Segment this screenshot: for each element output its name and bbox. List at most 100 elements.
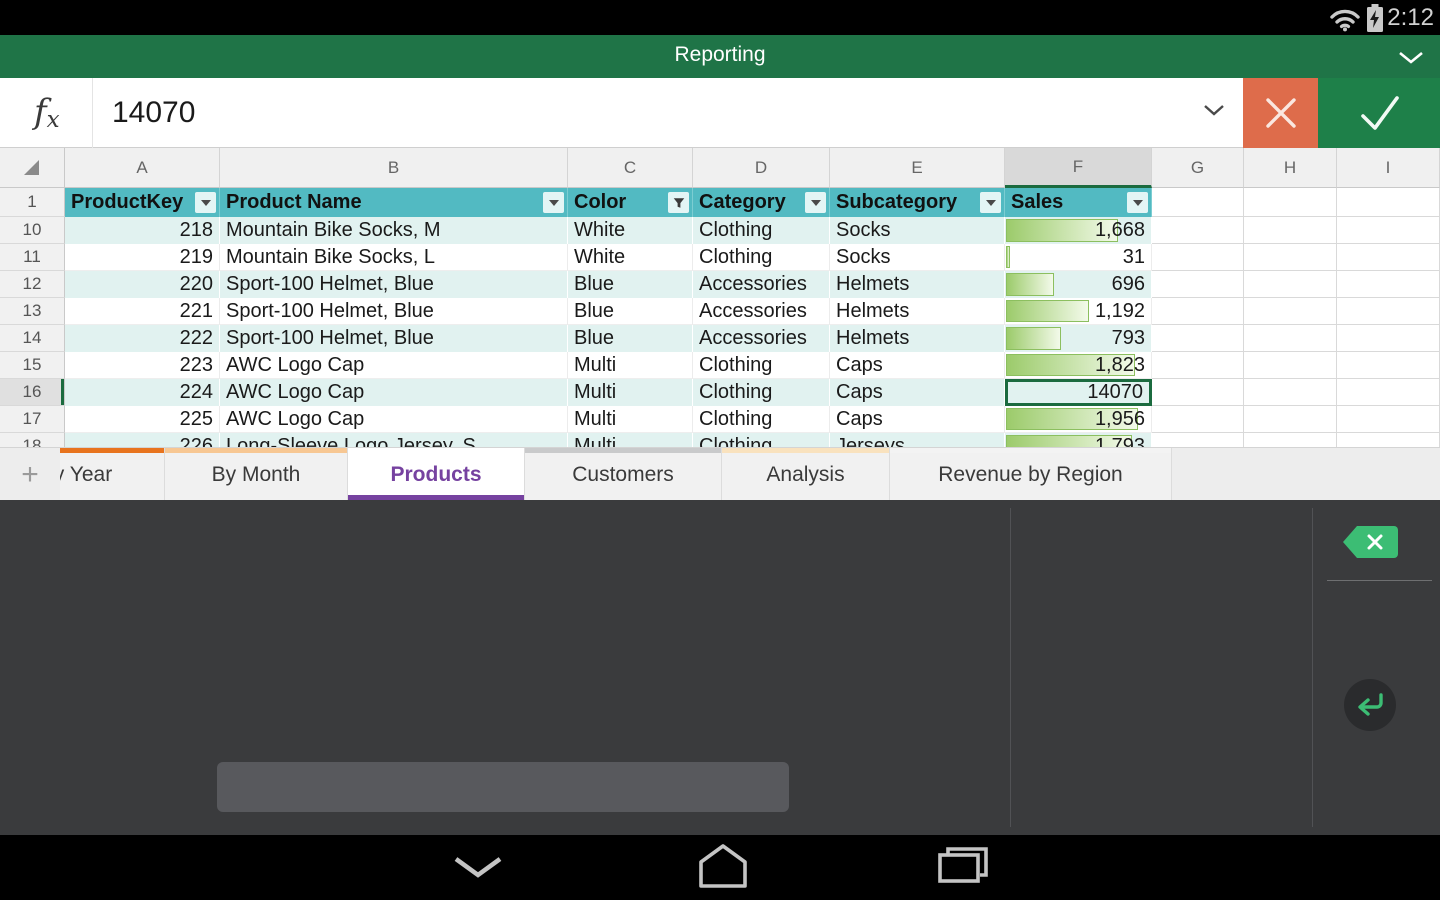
title-chevron-down-icon[interactable] <box>1398 51 1424 65</box>
cell-category[interactable]: Clothing <box>693 244 830 271</box>
cell-empty[interactable] <box>1337 379 1440 406</box>
cell-subcategory[interactable]: Caps <box>830 379 1005 406</box>
add-sheet-button[interactable]: + <box>0 448 60 500</box>
formula-expand-chevron-icon[interactable] <box>1203 104 1225 116</box>
column-header-E[interactable]: E <box>830 148 1005 188</box>
row-header-14[interactable]: 14 <box>0 325 65 352</box>
formula-input[interactable]: 14070 <box>112 96 195 130</box>
cell-empty[interactable] <box>1244 217 1337 244</box>
cell-empty[interactable] <box>1337 433 1440 447</box>
cell-color[interactable]: Blue <box>568 271 693 298</box>
cell-empty[interactable] <box>1244 244 1337 271</box>
cell-category[interactable]: Accessories <box>693 298 830 325</box>
enter-key[interactable] <box>1344 679 1396 731</box>
cell-sales[interactable]: 31 <box>1005 244 1152 271</box>
cell-subcategory[interactable]: Socks <box>830 217 1005 244</box>
cell-product-name[interactable]: AWC Logo Cap <box>220 352 568 379</box>
cell-empty[interactable] <box>1152 433 1244 447</box>
cell-category[interactable]: Accessories <box>693 325 830 352</box>
cell-empty[interactable] <box>1244 188 1337 217</box>
sheet-tab-customers[interactable]: Customers <box>525 448 722 500</box>
table-header-color[interactable]: Color <box>568 188 693 217</box>
table-header-product-name[interactable]: Product Name <box>220 188 568 217</box>
select-all-corner[interactable] <box>0 148 65 188</box>
cell-sales[interactable]: 1,668 <box>1005 217 1152 244</box>
cell-product-key[interactable]: 222 <box>65 325 220 352</box>
selected-cell[interactable]: 14070 <box>1005 379 1152 406</box>
cell-color[interactable]: Blue <box>568 325 693 352</box>
table-header-category[interactable]: Category <box>693 188 830 217</box>
filter-dropdown-icon[interactable] <box>195 192 216 213</box>
cell-empty[interactable] <box>1337 406 1440 433</box>
filter-dropdown-icon[interactable] <box>980 192 1001 213</box>
filter-dropdown-icon[interactable] <box>543 192 564 213</box>
cell-empty[interactable] <box>1337 325 1440 352</box>
cell-empty[interactable] <box>1152 325 1244 352</box>
cell-subcategory[interactable]: Helmets <box>830 325 1005 352</box>
column-header-F[interactable]: F <box>1005 148 1152 188</box>
column-header-A[interactable]: A <box>65 148 220 188</box>
row-header-16[interactable]: 16 <box>0 379 65 406</box>
cell-subcategory[interactable]: Caps <box>830 406 1005 433</box>
row-header-1[interactable]: 1 <box>0 188 65 217</box>
home-icon[interactable] <box>697 843 749 889</box>
spacebar-key[interactable] <box>217 762 789 812</box>
cell-category[interactable]: Clothing <box>693 217 830 244</box>
cell-sales[interactable]: 1,956 <box>1005 406 1152 433</box>
cell-subcategory[interactable]: Helmets <box>830 271 1005 298</box>
confirm-button[interactable] <box>1318 78 1440 148</box>
cell-sales[interactable]: 696 <box>1005 271 1152 298</box>
cell-product-name[interactable]: AWC Logo Cap <box>220 379 568 406</box>
cell-product-key[interactable]: 218 <box>65 217 220 244</box>
sheet-tab-revenue-by-region[interactable]: Revenue by Region <box>890 448 1172 500</box>
sheet-tab-products[interactable]: Products <box>348 448 525 500</box>
cell-sales[interactable]: 1,823 <box>1005 352 1152 379</box>
cell-color[interactable]: Blue <box>568 298 693 325</box>
row-header-18[interactable]: 18 <box>0 433 65 447</box>
cell-product-name[interactable]: Mountain Bike Socks, L <box>220 244 568 271</box>
table-header-sales[interactable]: Sales <box>1005 188 1152 217</box>
cell-empty[interactable] <box>1152 244 1244 271</box>
cell-product-key[interactable]: 223 <box>65 352 220 379</box>
cell-color[interactable]: Multi <box>568 352 693 379</box>
cell-product-key[interactable]: 224 <box>65 379 220 406</box>
cell-color[interactable]: White <box>568 217 693 244</box>
row-header-11[interactable]: 11 <box>0 244 65 271</box>
cell-product-key[interactable]: 220 <box>65 271 220 298</box>
cell-product-name[interactable]: AWC Logo Cap <box>220 406 568 433</box>
column-header-H[interactable]: H <box>1244 148 1337 188</box>
cell-color[interactable]: Multi <box>568 406 693 433</box>
cell-product-name[interactable]: Long-Sleeve Logo Jersey, S <box>220 433 568 447</box>
cell-color[interactable]: White <box>568 244 693 271</box>
cell-sales[interactable]: 1,192 <box>1005 298 1152 325</box>
cell-category[interactable]: Clothing <box>693 406 830 433</box>
row-header-13[interactable]: 13 <box>0 298 65 325</box>
column-header-G[interactable]: G <box>1152 148 1244 188</box>
cell-empty[interactable] <box>1244 352 1337 379</box>
cell-product-key[interactable]: 226 <box>65 433 220 447</box>
cell-category[interactable]: Accessories <box>693 271 830 298</box>
row-header-15[interactable]: 15 <box>0 352 65 379</box>
column-header-D[interactable]: D <box>693 148 830 188</box>
backspace-icon[interactable] <box>1340 523 1400 561</box>
table-header-productkey[interactable]: ProductKey <box>65 188 220 217</box>
cell-category[interactable]: Clothing <box>693 352 830 379</box>
cell-empty[interactable] <box>1152 271 1244 298</box>
sheet-tab-by-month[interactable]: By Month <box>165 448 348 500</box>
filter-funnel-icon[interactable] <box>668 192 689 213</box>
cell-empty[interactable] <box>1337 298 1440 325</box>
row-header-12[interactable]: 12 <box>0 271 65 298</box>
cell-product-name[interactable]: Sport-100 Helmet, Blue <box>220 298 568 325</box>
cell-product-key[interactable]: 219 <box>65 244 220 271</box>
cell-category[interactable]: Clothing <box>693 433 830 447</box>
cell-empty[interactable] <box>1337 352 1440 379</box>
cell-subcategory[interactable]: Socks <box>830 244 1005 271</box>
column-header-C[interactable]: C <box>568 148 693 188</box>
cell-product-key[interactable]: 221 <box>65 298 220 325</box>
cell-empty[interactable] <box>1337 188 1440 217</box>
filter-dropdown-icon[interactable] <box>805 192 826 213</box>
column-header-B[interactable]: B <box>220 148 568 188</box>
filter-dropdown-icon[interactable] <box>1127 192 1148 213</box>
cell-subcategory[interactable]: Caps <box>830 352 1005 379</box>
cell-product-key[interactable]: 225 <box>65 406 220 433</box>
